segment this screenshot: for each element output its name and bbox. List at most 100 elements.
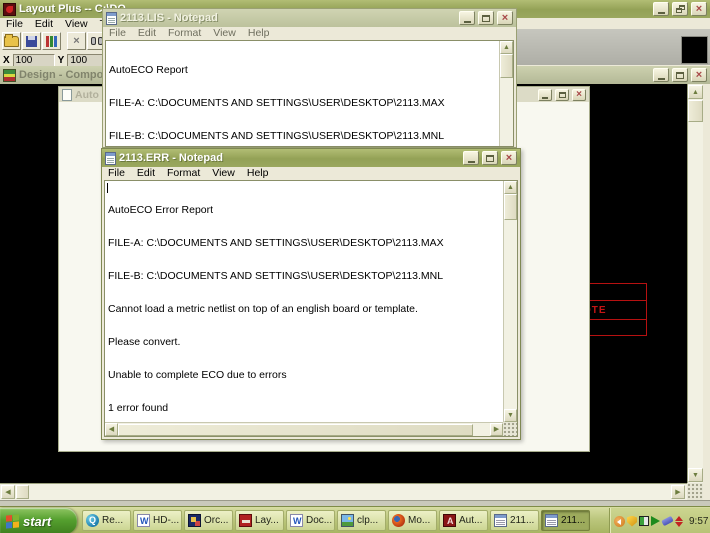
design-hscrollbar[interactable]: ◀ ▶ <box>0 483 687 500</box>
scroll-up-button[interactable]: ▲ <box>504 181 517 194</box>
menu-view[interactable]: View <box>59 18 94 31</box>
right-arrow-icon: ▶ <box>675 489 680 496</box>
taskbar-item-label: Lay... <box>255 515 279 526</box>
hscroll-thumb[interactable] <box>16 485 29 499</box>
down-arrow-icon: ▼ <box>692 472 699 479</box>
resize-grip[interactable] <box>503 422 517 436</box>
design-minimize-button[interactable] <box>653 68 669 82</box>
taskbar-item-re[interactable]: Re... <box>82 510 131 531</box>
auto-maximize-button[interactable] <box>555 89 569 101</box>
taskbar-item-2113-err[interactable]: 211... <box>541 510 590 531</box>
err-minimize-button[interactable] <box>463 151 479 165</box>
minimize-button[interactable] <box>653 2 669 16</box>
scroll-right-button[interactable]: ▶ <box>490 423 503 436</box>
scroll-left-button[interactable]: ◀ <box>105 423 118 436</box>
menu-edit[interactable]: Edit <box>29 18 59 31</box>
err-close-button[interactable]: × <box>501 151 517 165</box>
lis-maximize-button[interactable] <box>478 11 494 25</box>
word-doc-icon <box>290 514 303 527</box>
menu-format[interactable]: Format <box>162 27 207 40</box>
scroll-left-button[interactable]: ◀ <box>1 485 15 499</box>
restore-button[interactable] <box>672 2 688 16</box>
menu-edit[interactable]: Edit <box>132 27 162 40</box>
vscroll-thumb[interactable] <box>688 100 703 122</box>
notepad-lis-textarea[interactable]: AutoECO Report FILE-A: C:\DOCUMENTS AND … <box>105 40 514 147</box>
scroll-up-button[interactable]: ▲ <box>500 41 513 54</box>
hscroll-thumb[interactable] <box>118 424 473 436</box>
start-label: start <box>23 514 51 529</box>
menu-view[interactable]: View <box>206 167 241 180</box>
minimize-icon <box>658 78 665 80</box>
close-button[interactable]: × <box>691 2 707 16</box>
text-line: FILE-A: C:\DOCUMENTS AND SETTINGS\USER\D… <box>108 238 501 249</box>
clock[interactable]: 9:57 AM <box>689 516 710 527</box>
notepad-lis-titlebar: 2113.LIS - Notepad × <box>103 9 516 27</box>
scroll-right-button[interactable]: ▶ <box>671 485 685 499</box>
notepad-file-icon <box>106 12 117 25</box>
menu-file[interactable]: File <box>102 167 131 180</box>
minimize-icon <box>542 97 548 99</box>
notepad-err-textarea[interactable]: AutoECO Error Report FILE-A: C:\DOCUMENT… <box>104 180 518 437</box>
menu-view[interactable]: View <box>207 27 242 40</box>
open-button[interactable] <box>2 32 21 50</box>
taskbar-item-label: Doc... <box>306 515 332 526</box>
lis-minimize-button[interactable] <box>459 11 475 25</box>
windows-flag-icon <box>6 514 19 528</box>
save-button[interactable] <box>22 32 41 50</box>
library-button[interactable] <box>42 32 61 50</box>
menu-edit[interactable]: Edit <box>131 167 161 180</box>
taskbar-item-clp[interactable]: clp... <box>337 510 386 531</box>
vscroll-thumb[interactable] <box>504 194 517 220</box>
text-line: AutoECO Report <box>109 65 497 76</box>
notepad-lis-title: 2113.LIS - Notepad <box>120 12 456 24</box>
scroll-down-button[interactable]: ▼ <box>504 409 517 422</box>
taskbar-item-2113-lis[interactable]: 211... <box>490 510 539 531</box>
design-maximize-button[interactable] <box>672 68 688 82</box>
design-frame-edge <box>703 84 710 500</box>
text-line: Unable to complete ECO due to errors <box>108 370 501 381</box>
display-icon[interactable] <box>639 516 649 526</box>
err-hscrollbar[interactable]: ◀ ▶ <box>105 422 503 436</box>
menu-help[interactable]: Help <box>242 27 276 40</box>
notepad-err-menubar: File Edit Format View Help <box>102 167 520 180</box>
minimize-icon <box>468 161 475 163</box>
menu-file[interactable]: File <box>0 18 29 31</box>
close-icon: × <box>696 4 702 14</box>
taskbar-item-hd[interactable]: HD-... <box>133 510 182 531</box>
auto-minimize-button[interactable] <box>538 89 552 101</box>
auto-close-button[interactable]: × <box>572 89 586 101</box>
updown-arrows-icon[interactable] <box>675 516 684 527</box>
taskbar-item-auto[interactable]: Aut... <box>439 510 488 531</box>
lis-close-button[interactable]: × <box>497 11 513 25</box>
x-label: X <box>3 55 10 66</box>
taskbar-item-mozilla[interactable]: Mo... <box>388 510 437 531</box>
x-coordinate-field[interactable]: 100 <box>13 54 55 67</box>
err-vscrollbar[interactable]: ▲ ▼ <box>503 181 517 422</box>
taskbar-item-label: 211... <box>510 515 534 526</box>
vscroll-thumb[interactable] <box>500 54 513 78</box>
menu-format[interactable]: Format <box>161 167 206 180</box>
design-vscrollbar[interactable]: ▲ ▼ <box>687 84 703 483</box>
scroll-down-button[interactable]: ▼ <box>688 468 703 482</box>
design-close-button[interactable]: × <box>691 68 707 82</box>
resize-grip[interactable] <box>687 483 703 500</box>
taskbar-item-layout[interactable]: Lay... <box>235 510 284 531</box>
security-shield-icon[interactable] <box>627 516 637 527</box>
close-icon: × <box>506 153 512 163</box>
menu-file[interactable]: File <box>103 27 132 40</box>
notepad-lis-menubar: File Edit Format View Help <box>103 27 516 40</box>
play-icon[interactable] <box>651 516 660 526</box>
notepad-icon <box>545 514 558 527</box>
eraser-icon[interactable] <box>661 516 674 526</box>
hide-chevron-icon[interactable] <box>614 516 625 527</box>
err-maximize-button[interactable] <box>482 151 498 165</box>
close-icon: × <box>502 13 508 23</box>
menu-help[interactable]: Help <box>241 167 275 180</box>
find-binoculars-icon <box>91 37 103 45</box>
delete-button[interactable]: × <box>67 32 86 50</box>
taskbar-item-orcad[interactable]: Orc... <box>184 510 233 531</box>
scroll-up-button[interactable]: ▲ <box>688 85 703 99</box>
lis-vscrollbar[interactable]: ▲ <box>499 41 513 146</box>
start-button[interactable]: start <box>0 508 77 533</box>
taskbar-item-doc[interactable]: Doc... <box>286 510 335 531</box>
